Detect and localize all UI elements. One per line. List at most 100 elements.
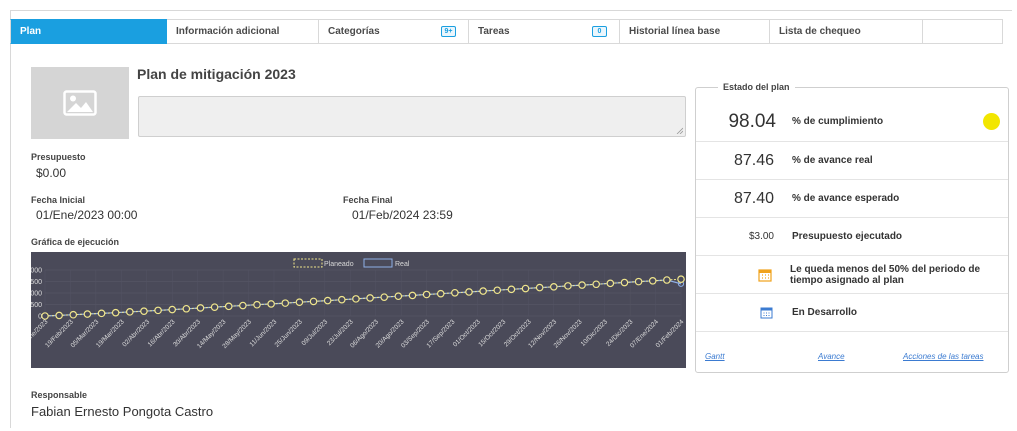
chart-label: Gráfica de ejecución xyxy=(31,237,120,247)
executed-budget-row: $3.00 Presupuesto ejecutado xyxy=(696,218,1008,256)
tab-baseline-history[interactable]: Historial línea base xyxy=(620,19,770,44)
gantt-link[interactable]: Gantt xyxy=(705,352,725,361)
planned-point[interactable] xyxy=(83,310,92,318)
tab-tasks-label: Tareas xyxy=(478,26,510,37)
planned-point[interactable] xyxy=(606,279,615,288)
legend-real-label[interactable]: Real xyxy=(395,261,410,268)
tab-plan[interactable]: Plan xyxy=(10,19,167,44)
owner-label: Responsable xyxy=(31,390,88,400)
compliance-value: 98.04 xyxy=(728,110,776,132)
expected-progress-value: 87.40 xyxy=(733,189,774,207)
plan-status-panel: 98.04 % de cumplimiento 87.46 % de avanc… xyxy=(695,87,1009,373)
planned-point[interactable] xyxy=(549,282,558,291)
planned-point[interactable] xyxy=(196,304,205,312)
planned-point[interactable] xyxy=(323,296,332,305)
planned-point[interactable] xyxy=(564,282,572,290)
planned-point[interactable] xyxy=(620,278,629,287)
planned-point[interactable] xyxy=(465,288,473,296)
planned-point[interactable] xyxy=(309,297,318,306)
planned-point[interactable] xyxy=(295,298,304,307)
end-date-label: Fecha Final xyxy=(343,195,393,205)
planned-point[interactable] xyxy=(41,312,49,320)
resize-grip-icon[interactable] xyxy=(676,127,683,134)
progress-link[interactable]: Avance xyxy=(818,352,845,361)
compliance-indicator xyxy=(983,113,1000,130)
planned-point[interactable] xyxy=(239,301,247,310)
planned-point[interactable] xyxy=(224,302,233,311)
plan-state-label: En Desarrollo xyxy=(792,307,858,318)
compliance-row: 98.04 % de cumplimiento xyxy=(696,102,1008,142)
tasks-count-badge: 0 xyxy=(592,26,607,37)
y-tick-label: 1000 xyxy=(31,291,42,298)
planned-point[interactable] xyxy=(677,275,685,284)
period-warning-row: Le queda menos del 50% del periodo de ti… xyxy=(696,256,1008,294)
planned-point[interactable] xyxy=(521,284,530,293)
planned-point[interactable] xyxy=(493,286,502,295)
planned-point[interactable] xyxy=(436,289,445,298)
planned-point[interactable] xyxy=(479,287,487,295)
planned-point[interactable] xyxy=(168,305,177,314)
planned-point[interactable] xyxy=(592,280,601,289)
planned-point[interactable] xyxy=(451,288,459,297)
expected-progress-row: 87.40 % de avance esperado xyxy=(696,180,1008,218)
tab-categories[interactable]: Categorías 9+ xyxy=(319,19,469,44)
planned-point[interactable] xyxy=(578,281,586,289)
planned-point[interactable] xyxy=(366,294,374,302)
tab-checklist[interactable]: Lista de chequeo xyxy=(770,19,923,44)
planned-point[interactable] xyxy=(126,308,134,316)
planned-point[interactable] xyxy=(380,293,389,301)
tab-baseline-history-label: Historial línea base xyxy=(629,26,721,37)
plan-state-row: En Desarrollo xyxy=(696,294,1008,332)
real-progress-value: 87.46 xyxy=(733,151,774,169)
planned-point[interactable] xyxy=(408,291,417,300)
expected-progress-label: % de avance esperado xyxy=(792,193,900,204)
end-date-value: 01/Feb/2024 23:59 xyxy=(352,208,453,222)
legend-planned-label[interactable]: Planeado xyxy=(324,261,354,268)
tab-additional-info[interactable]: Información adicional xyxy=(167,19,319,44)
executed-budget-value: $3.00 xyxy=(748,231,774,242)
legend-planned-swatch[interactable] xyxy=(293,258,323,268)
planned-point[interactable] xyxy=(663,276,671,284)
planned-point[interactable] xyxy=(281,299,290,307)
planned-point[interactable] xyxy=(507,285,516,294)
planned-point[interactable] xyxy=(634,277,643,286)
planned-point[interactable] xyxy=(535,283,544,292)
planned-point[interactable] xyxy=(648,277,657,285)
tab-checklist-label: Lista de chequeo xyxy=(779,26,861,37)
plan-title: Plan de mitigación 2023 xyxy=(137,66,296,82)
calendar-warning-icon xyxy=(758,268,772,282)
task-actions-link[interactable]: Acciones de las tareas xyxy=(903,352,984,361)
period-warning-text: Le queda menos del 50% del periodo de ti… xyxy=(790,263,981,286)
planned-point[interactable] xyxy=(253,300,261,309)
x-tick-label: 25/Jun/2023 xyxy=(274,318,305,349)
planned-point[interactable] xyxy=(182,304,191,313)
budget-value: $0.00 xyxy=(36,166,67,180)
compliance-label: % de cumplimiento xyxy=(792,116,884,127)
plan-description-textarea[interactable] xyxy=(138,96,686,137)
tab-categories-label: Categorías xyxy=(328,26,380,37)
legend-real-swatch[interactable] xyxy=(363,258,393,268)
planned-point[interactable] xyxy=(111,308,120,317)
execution-chart-svg: Planeado Real 2000150010005000 01/Ene/20… xyxy=(18,258,686,350)
planned-point[interactable] xyxy=(69,310,78,319)
start-date-value: 01/Ene/2023 00:00 xyxy=(36,208,138,222)
planned-point[interactable] xyxy=(337,295,346,304)
budget-label: Presupuesto xyxy=(31,152,86,162)
planned-point[interactable] xyxy=(267,300,275,308)
tab-tasks[interactable]: Tareas 0 xyxy=(469,19,620,44)
planned-point[interactable] xyxy=(140,307,148,315)
tab-empty xyxy=(923,19,1003,44)
start-date-label: Fecha Inicial xyxy=(31,195,86,205)
real-progress-label: % de avance real xyxy=(792,155,873,166)
image-placeholder-icon xyxy=(63,90,97,116)
planned-point[interactable] xyxy=(422,290,431,299)
planned-point[interactable] xyxy=(394,292,403,301)
planned-point[interactable] xyxy=(55,311,63,320)
tab-bar: Plan Información adicional Categorías 9+ … xyxy=(10,19,1003,44)
planned-point[interactable] xyxy=(97,309,106,318)
executed-budget-label: Presupuesto ejecutado xyxy=(792,231,903,242)
planned-point[interactable] xyxy=(154,306,162,315)
plan-image[interactable] xyxy=(31,67,129,139)
planned-point[interactable] xyxy=(352,295,360,303)
planned-point[interactable] xyxy=(210,303,219,311)
